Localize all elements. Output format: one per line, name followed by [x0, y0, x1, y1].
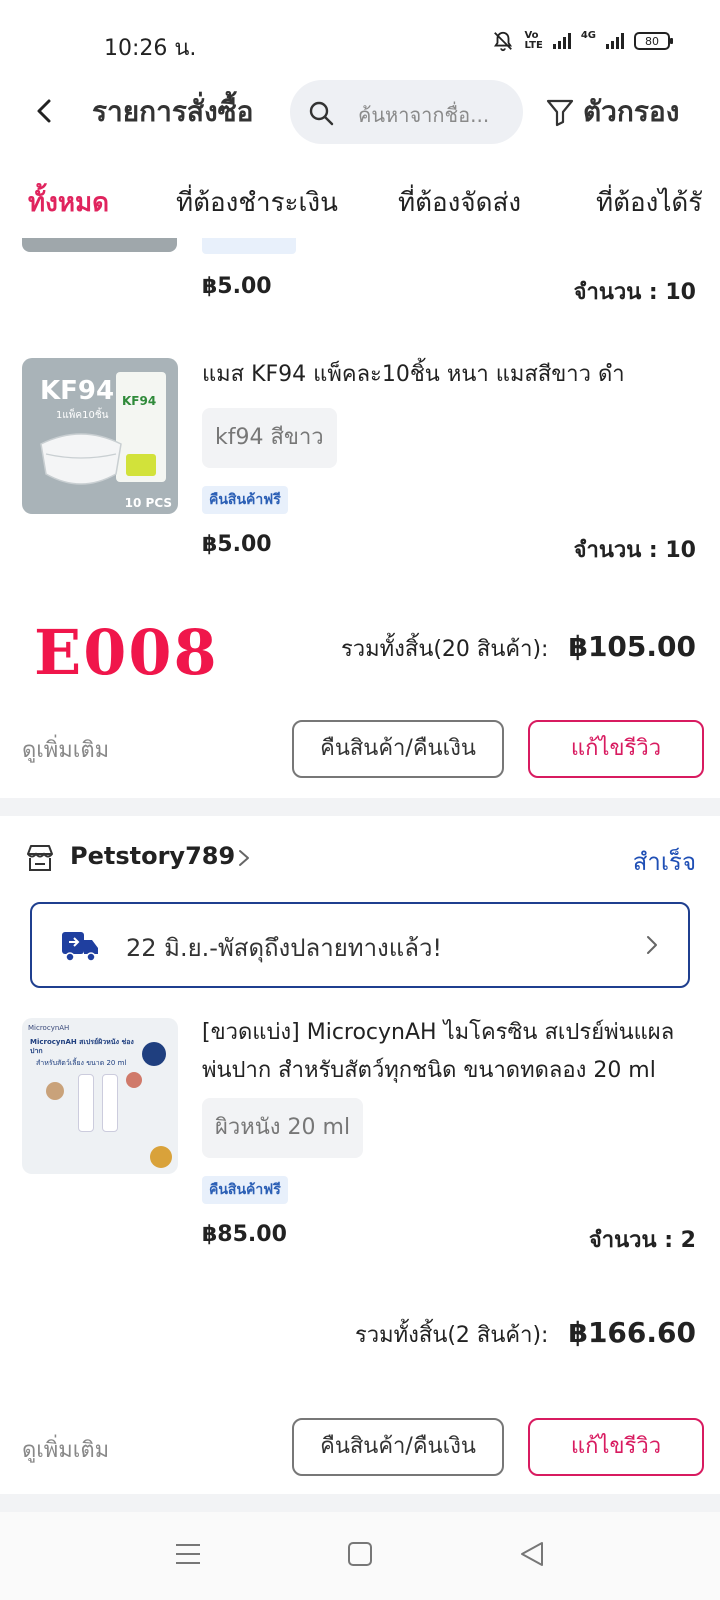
thumb-kf94-pack-label: KF94	[122, 394, 157, 408]
thumb-seller-logo	[150, 1146, 172, 1168]
product-price-microcyn: ฿85.00	[202, 1222, 287, 1247]
chevron-right-icon	[647, 936, 657, 954]
order-status-label: สำเร็จ	[632, 848, 696, 876]
status-bar: 10:26 น. Vo LTE 4G 80	[0, 0, 720, 72]
product-variant-kf94: kf94 สีขาว	[202, 408, 337, 468]
order2-edit-review-button[interactable]: แก้ไขรีวิว	[528, 1418, 704, 1476]
home-square-icon[interactable]	[346, 1540, 374, 1568]
mask-illustration	[40, 433, 122, 485]
product-name-microcyn[interactable]: [ขวดแบ่ง] MicrocynAH ไมโครซิน สเปรย์พ่นแ…	[202, 1014, 702, 1090]
filter-icon	[546, 99, 574, 127]
order-separator	[0, 1494, 720, 1512]
shop-name[interactable]: Petstory789	[70, 842, 235, 870]
order1-total: รวมทั้งสิ้น(20 สินค้า): ฿105.00	[341, 630, 696, 666]
previous-item-badge	[202, 238, 296, 254]
delivery-status-banner[interactable]: 22 มิ.ย.-พัสดุถึงปลายทางแล้ว!	[30, 902, 690, 988]
spray-bottle-1	[78, 1074, 94, 1132]
thumb-kf94-subtitle: 1แพ็ค10ชิ้น	[56, 410, 109, 421]
filter-button[interactable]: ตัวกรอง	[545, 90, 679, 134]
thumb-size-badge	[142, 1042, 166, 1066]
order2-see-more-link[interactable]: ดูเพิ่มเติม	[22, 1432, 109, 1467]
order2-total-label: รวมทั้งสิ้น(2 สินค้า):	[354, 1323, 549, 1348]
battery-icon: 80	[634, 32, 673, 50]
spray-bottle-2	[102, 1074, 118, 1132]
battery-level: 80	[645, 34, 659, 48]
free-return-badge: คืนสินค้าฟรี	[202, 1176, 288, 1204]
tab-to-receive[interactable]: ที่ต้องได้รั	[596, 182, 702, 223]
previous-item-thumbnail[interactable]	[22, 238, 177, 252]
order1-return-refund-button[interactable]: คืนสินค้า/คืนเงิน	[292, 720, 504, 778]
delivery-status-text: 22 มิ.ย.-พัสดุถึงปลายทางแล้ว!	[126, 934, 443, 962]
system-nav-bar	[0, 1512, 720, 1600]
network-type: 4G	[580, 29, 596, 41]
product-quantity-kf94: จำนวน : 10	[573, 538, 696, 563]
back-arrow-icon[interactable]	[30, 96, 60, 126]
product-thumbnail-microcyn[interactable]: MicrocynAH MicrocynAH สเปรย์ผิวหนัง ช่อง…	[22, 1018, 178, 1174]
previous-item-price: ฿5.00	[202, 274, 272, 299]
back-triangle-icon[interactable]	[518, 1540, 546, 1568]
app-header: รายการสั่งซื้อ ค้นหาจากชื่อ... ตัวกรอง	[0, 76, 720, 146]
menu-icon[interactable]	[174, 1540, 202, 1568]
shop-icon	[27, 845, 53, 871]
order2-total: รวมทั้งสิ้น(2 สินค้า): ฿166.60	[355, 1316, 696, 1352]
delivery-truck-icon	[62, 932, 98, 962]
product-name-kf94[interactable]: แมส KF94 แพ็คละ10ชิ้น หนา แมสสีขาว ดำ	[202, 356, 702, 394]
product-variant-microcyn: ผิวหนัง 20 ml	[202, 1098, 364, 1158]
search-input[interactable]: ค้นหาจากชื่อ...	[290, 80, 523, 144]
tab-all[interactable]: ทั้งหมด	[28, 182, 109, 223]
signal-icon	[552, 33, 571, 49]
order-separator	[0, 798, 720, 816]
product-quantity-microcyn: จำนวน : 2	[588, 1228, 696, 1253]
bell-off-icon	[494, 31, 513, 52]
order2-total-value: ฿166.60	[568, 1316, 696, 1349]
thumb-microcyn-subtitle: สำหรับสัตว์เลี้ยง ขนาด 20 ml	[36, 1059, 127, 1067]
previous-item-quantity: จำนวน : 10	[573, 280, 696, 305]
volte-icon: Vo LTE	[524, 30, 543, 51]
search-placeholder: ค้นหาจากชื่อ...	[358, 103, 490, 127]
free-return-badge: คืนสินค้าฟรี	[202, 486, 288, 514]
order1-edit-review-button[interactable]: แก้ไขรีวิว	[528, 720, 704, 778]
status-icons: Vo LTE 4G 80	[492, 29, 673, 52]
thumb-pet-photo-2	[126, 1072, 142, 1088]
order1-total-value: ฿105.00	[568, 630, 696, 663]
signal-icon-2	[606, 33, 624, 49]
order1-total-label: รวมทั้งสิ้น(20 สินค้า):	[340, 637, 549, 662]
status-time: 10:26 น.	[104, 36, 197, 61]
tab-to-pay[interactable]: ที่ต้องชำระเงิน	[176, 182, 338, 223]
filter-label: ตัวกรอง	[583, 95, 680, 128]
product-thumbnail-kf94[interactable]: KF94 1แพ็ค10ชิ้น KF94 10 PCS	[22, 358, 178, 514]
thumb-microcyn-brand: MicrocynAH	[28, 1024, 70, 1032]
product-price-kf94: ฿5.00	[202, 532, 272, 557]
thumb-microcyn-title: MicrocynAH สเปรย์ผิวหนัง ช่องปาก	[30, 1038, 134, 1055]
page-title: รายการสั่งซื้อ	[92, 95, 254, 128]
order1-see-more-link[interactable]: ดูเพิ่มเติม	[22, 732, 109, 767]
chevron-right-icon[interactable]	[236, 848, 252, 868]
tab-to-ship[interactable]: ที่ต้องจัดส่ง	[398, 182, 521, 223]
order-code-annotation: E008	[34, 616, 219, 689]
thumb-pet-photo-1	[46, 1082, 64, 1100]
order2-return-refund-button[interactable]: คืนสินค้า/คืนเงิน	[292, 1418, 504, 1476]
thumb-kf94-title: KF94	[40, 376, 115, 406]
order-status-tabs: ทั้งหมด ที่ต้องชำระเงิน ที่ต้องจัดส่ง ที…	[0, 172, 720, 248]
search-icon	[309, 101, 334, 126]
thumb-kf94-count: 10 PCS	[124, 496, 172, 510]
